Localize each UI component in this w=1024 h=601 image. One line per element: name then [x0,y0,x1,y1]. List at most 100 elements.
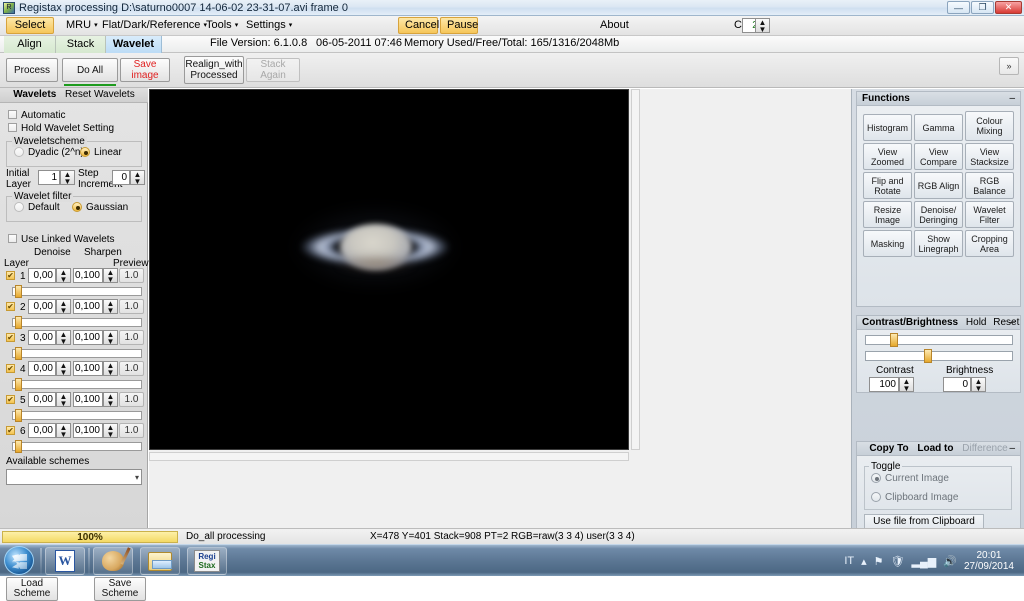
layer-3-preview-button[interactable]: 1.0 [119,330,144,345]
taskbar-item-word[interactable]: W [45,547,85,575]
layer-2-denoise-spinner[interactable]: ▲ ▼ [56,299,71,315]
denoise-deringing-button[interactable]: Denoise/ Deringing [914,201,963,228]
layer-1-preview-button[interactable]: 1.0 [119,268,144,283]
layer-4-denoise-spinner[interactable]: ▲ ▼ [56,361,71,377]
difference-link[interactable]: Difference [962,443,1007,454]
view-stacksize-button[interactable]: View Stacksize [965,143,1014,170]
menu-flat-dark-reference[interactable]: Flat/Dark/Reference ▾ [96,18,213,34]
tray-volume-icon[interactable]: 🔊 [943,555,957,568]
layer-2-checkbox[interactable]: ✔ [6,302,15,311]
canvas-horizontal-scrollbar[interactable] [149,452,629,461]
tray-network-icon[interactable]: ▂▄▆ [912,555,937,568]
canvas-vertical-scrollbar[interactable] [631,89,640,450]
layer-1-slider[interactable] [12,285,142,298]
contrast-spinner[interactable]: ▲ ▼ [899,377,914,393]
filter-default-radio[interactable]: Default [14,202,60,213]
current-image-radio[interactable]: Current Image [871,473,949,484]
taskbar-item-registax[interactable]: Regi Stax [187,547,227,575]
layer-2-sharpen-spinner[interactable]: ▲ ▼ [103,299,118,315]
tray-flag-icon[interactable]: ⚑ [874,555,884,568]
minimize-icon[interactable]: – [1009,316,1015,329]
load-scheme-button[interactable]: Load Scheme [6,577,58,601]
menu-tools[interactable]: Tools ▾ [200,18,244,34]
layer-1-denoise-input[interactable]: 0,00 [28,268,56,283]
resize-image-button[interactable]: Resize Image [863,201,912,228]
close-button[interactable]: ✕ [995,1,1022,14]
masking-button[interactable]: Masking [863,230,912,257]
process-button[interactable]: Process [6,58,58,82]
slider-thumb-icon[interactable] [924,349,932,363]
layer-6-checkbox[interactable]: ✔ [6,426,15,435]
layer-4-sharpen-input[interactable]: 0,100 [73,361,103,376]
initial-layer-spinner[interactable]: ▲ ▼ [60,170,75,186]
tab-wavelet[interactable]: Wavelet [106,36,162,53]
reset-wavelets-link[interactable]: Reset Wavelets [65,89,135,100]
stack-again-button[interactable]: Stack Again [246,58,300,82]
rgb-align-button[interactable]: RGB Align [914,172,963,199]
layer-1-sharpen-input[interactable]: 0,100 [73,268,103,283]
layer-5-sharpen-spinner[interactable]: ▲ ▼ [103,392,118,408]
layer-6-slider[interactable] [12,440,142,453]
slider-thumb-icon[interactable] [15,347,22,360]
filter-gaussian-radio[interactable]: Gaussian [72,202,128,213]
brightness-spinner[interactable]: ▲ ▼ [971,377,986,393]
save-scheme-button[interactable]: Save Scheme [94,577,146,601]
menu-settings[interactable]: Settings ▾ [240,18,298,34]
hold-wavelet-setting-checkbox[interactable]: Hold Wavelet Setting [8,123,114,134]
do-all-button[interactable]: Do All [62,58,118,82]
tray-shield-icon[interactable]: 🛡 [891,555,905,568]
realign-with-processed-button[interactable]: Realign_with Processed [184,56,244,84]
layer-6-sharpen-spinner[interactable]: ▲ ▼ [103,423,118,439]
taskbar-item-paint[interactable] [93,547,133,575]
step-increment-spinner[interactable]: ▲ ▼ [130,170,145,186]
histogram-button[interactable]: Histogram [863,114,912,141]
cropping-area-button[interactable]: Cropping Area [965,230,1014,257]
slider-thumb-icon[interactable] [15,440,22,453]
brightness-input[interactable]: 0 [943,377,971,392]
layer-3-checkbox[interactable]: ✔ [6,333,15,342]
layer-5-preview-button[interactable]: 1.0 [119,392,144,407]
contrast-input[interactable]: 100 [869,377,899,392]
start-orb-icon[interactable] [4,546,34,575]
tray-expand-icon[interactable]: ▴ [861,555,867,568]
layer-1-sharpen-spinner[interactable]: ▲ ▼ [103,268,118,284]
slider-thumb-icon[interactable] [15,316,22,329]
layer-4-preview-button[interactable]: 1.0 [119,361,144,376]
copy-to-link[interactable]: Copy To [869,443,908,454]
taskbar-clock[interactable]: 20:01 27/09/2014 [964,550,1014,572]
contrast-hold-link[interactable]: Hold [966,317,987,328]
menu-pause[interactable]: Pause [440,17,478,34]
colour-mixing-button[interactable]: Colour Mixing [965,111,1014,141]
image-canvas[interactable] [149,89,629,450]
use-linked-wavelets-checkbox[interactable]: Use Linked Wavelets [8,234,115,245]
tab-stack[interactable]: Stack [56,36,106,53]
tray-language-indicator[interactable]: IT [844,555,854,567]
layer-4-checkbox[interactable]: ✔ [6,364,15,373]
toolbar-expander-button[interactable]: » [999,57,1019,75]
slider-thumb-icon[interactable] [15,378,22,391]
menu-about[interactable]: About [594,18,635,34]
layer-2-sharpen-input[interactable]: 0,100 [73,299,103,314]
menu-select[interactable]: Select [6,17,54,34]
step-increment-input[interactable]: 0 [112,170,130,185]
show-linegraph-button[interactable]: Show Linegraph [914,230,963,257]
maximize-button[interactable]: ❐ [971,1,994,14]
layer-4-slider[interactable] [12,378,142,391]
layer-3-sharpen-spinner[interactable]: ▲ ▼ [103,330,118,346]
layer-5-slider[interactable] [12,409,142,422]
layer-1-checkbox[interactable]: ✔ [6,271,15,280]
layer-4-denoise-input[interactable]: 0,00 [28,361,56,376]
view-compare-button[interactable]: View Compare [914,143,963,170]
wavelet-filter-button[interactable]: Wavelet Filter [965,201,1014,228]
available-schemes-select[interactable]: ▾ [6,469,142,485]
layer-5-denoise-spinner[interactable]: ▲ ▼ [56,392,71,408]
brightness-slider[interactable] [865,349,1013,363]
layer-6-denoise-spinner[interactable]: ▲ ▼ [56,423,71,439]
slider-thumb-icon[interactable] [15,285,22,298]
view-zoomed-button[interactable]: View Zoomed [863,143,912,170]
layer-3-slider[interactable] [12,347,142,360]
clipboard-image-radio[interactable]: Clipboard Image [871,492,958,503]
scheme-dyadic-radio[interactable]: Dyadic (2^n) [14,147,84,158]
layer-3-denoise-input[interactable]: 0,00 [28,330,56,345]
scheme-linear-radio[interactable]: Linear [80,147,122,158]
